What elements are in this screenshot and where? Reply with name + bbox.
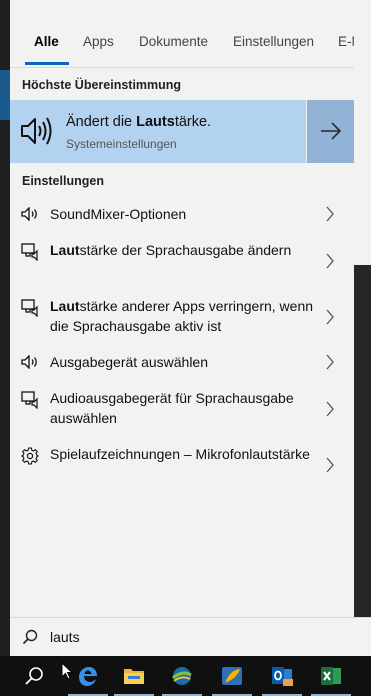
desktop-accent (0, 70, 10, 120)
settings-item-label: SoundMixer-Optionen (50, 206, 187, 222)
desktop-right-strip (354, 0, 371, 656)
search-icon (25, 667, 43, 685)
search-icon (22, 629, 38, 650)
narrator-icon (21, 243, 39, 266)
active-tab-indicator (25, 62, 69, 65)
search-input[interactable] (50, 626, 350, 648)
best-match-item[interactable]: Ändert die Lautstärke. Systemeinstellung… (10, 100, 306, 163)
feather-app-icon (222, 667, 242, 685)
chevron-right-icon (325, 456, 335, 479)
taskbar-excel[interactable] (307, 656, 355, 696)
mouse-cursor-icon (61, 662, 73, 680)
file-explorer-icon (124, 669, 144, 684)
gear-icon (21, 447, 39, 470)
excel-icon (321, 667, 341, 685)
edge-icon (79, 667, 97, 686)
taskbar-file-explorer[interactable] (110, 656, 158, 696)
settings-item-label: Ausgabegerät auswählen (50, 354, 209, 370)
chevron-right-icon (325, 353, 335, 376)
tab-all[interactable]: Alle (34, 34, 59, 49)
speaker-icon (21, 354, 39, 374)
outlook-icon (272, 667, 293, 686)
network-app-icon (172, 667, 192, 685)
taskbar (0, 656, 371, 696)
tab-documents[interactable]: Dokumente (139, 34, 208, 49)
settings-heading: Einstellungen (22, 174, 104, 188)
settings-item-output-device[interactable]: Ausgabegerät auswählen (10, 352, 354, 372)
tab-email[interactable]: E-Mai (338, 34, 354, 49)
settings-item-label: Lautstärke der Sprachausgabe ändern (50, 242, 292, 258)
settings-item-label: Lautstärke anderer Apps verringern, wenn… (50, 298, 314, 334)
settings-item-game-recording-mic[interactable]: Spielaufzeichnungen – Mikrofonlautstärke (10, 444, 354, 484)
settings-item-soundmixer[interactable]: SoundMixer-Optionen (10, 204, 354, 224)
best-match-title: Ändert die Lautstärke. (66, 114, 212, 130)
tab-settings[interactable]: Einstellungen (233, 34, 314, 49)
settings-item-narrator-output-device[interactable]: Audioausgabegerät für Sprachausgabe ausw… (10, 388, 354, 428)
search-bar (10, 617, 371, 657)
open-details-button[interactable] (306, 100, 354, 163)
taskbar-feather-app[interactable] (208, 656, 256, 696)
settings-item-reduce-other-apps[interactable]: Lautstärke anderer Apps verringern, wenn… (10, 296, 354, 336)
narrator-icon (21, 299, 39, 322)
best-match-heading: Höchste Übereinstimmung (22, 78, 182, 92)
taskbar-network-app[interactable] (158, 656, 206, 696)
search-panel: Alle Apps Dokumente Einstellungen E-Mai … (10, 0, 354, 656)
chevron-right-icon (325, 400, 335, 423)
arrow-right-icon (321, 122, 342, 140)
speaker-icon (21, 206, 39, 226)
speaker-icon (20, 115, 54, 152)
settings-item-label: Spielaufzeichnungen – Mikrofonlautstärke (50, 446, 310, 462)
chevron-right-icon (325, 308, 335, 331)
desktop-left-strip (0, 0, 10, 656)
chevron-right-icon (325, 205, 335, 228)
narrator-icon (21, 391, 39, 414)
window-edge (354, 0, 371, 265)
taskbar-outlook[interactable] (258, 656, 306, 696)
settings-item-narrator-volume[interactable]: Lautstärke der Sprachausgabe ändern (10, 240, 354, 280)
tab-apps[interactable]: Apps (83, 34, 114, 49)
search-tabs: Alle Apps Dokumente Einstellungen E-Mai (10, 0, 354, 68)
best-match-subtitle: Systemeinstellungen (66, 137, 177, 151)
settings-item-label: Audioausgabegerät für Sprachausgabe ausw… (50, 390, 294, 426)
chevron-right-icon (325, 252, 335, 275)
taskbar-search-button[interactable] (10, 656, 58, 696)
